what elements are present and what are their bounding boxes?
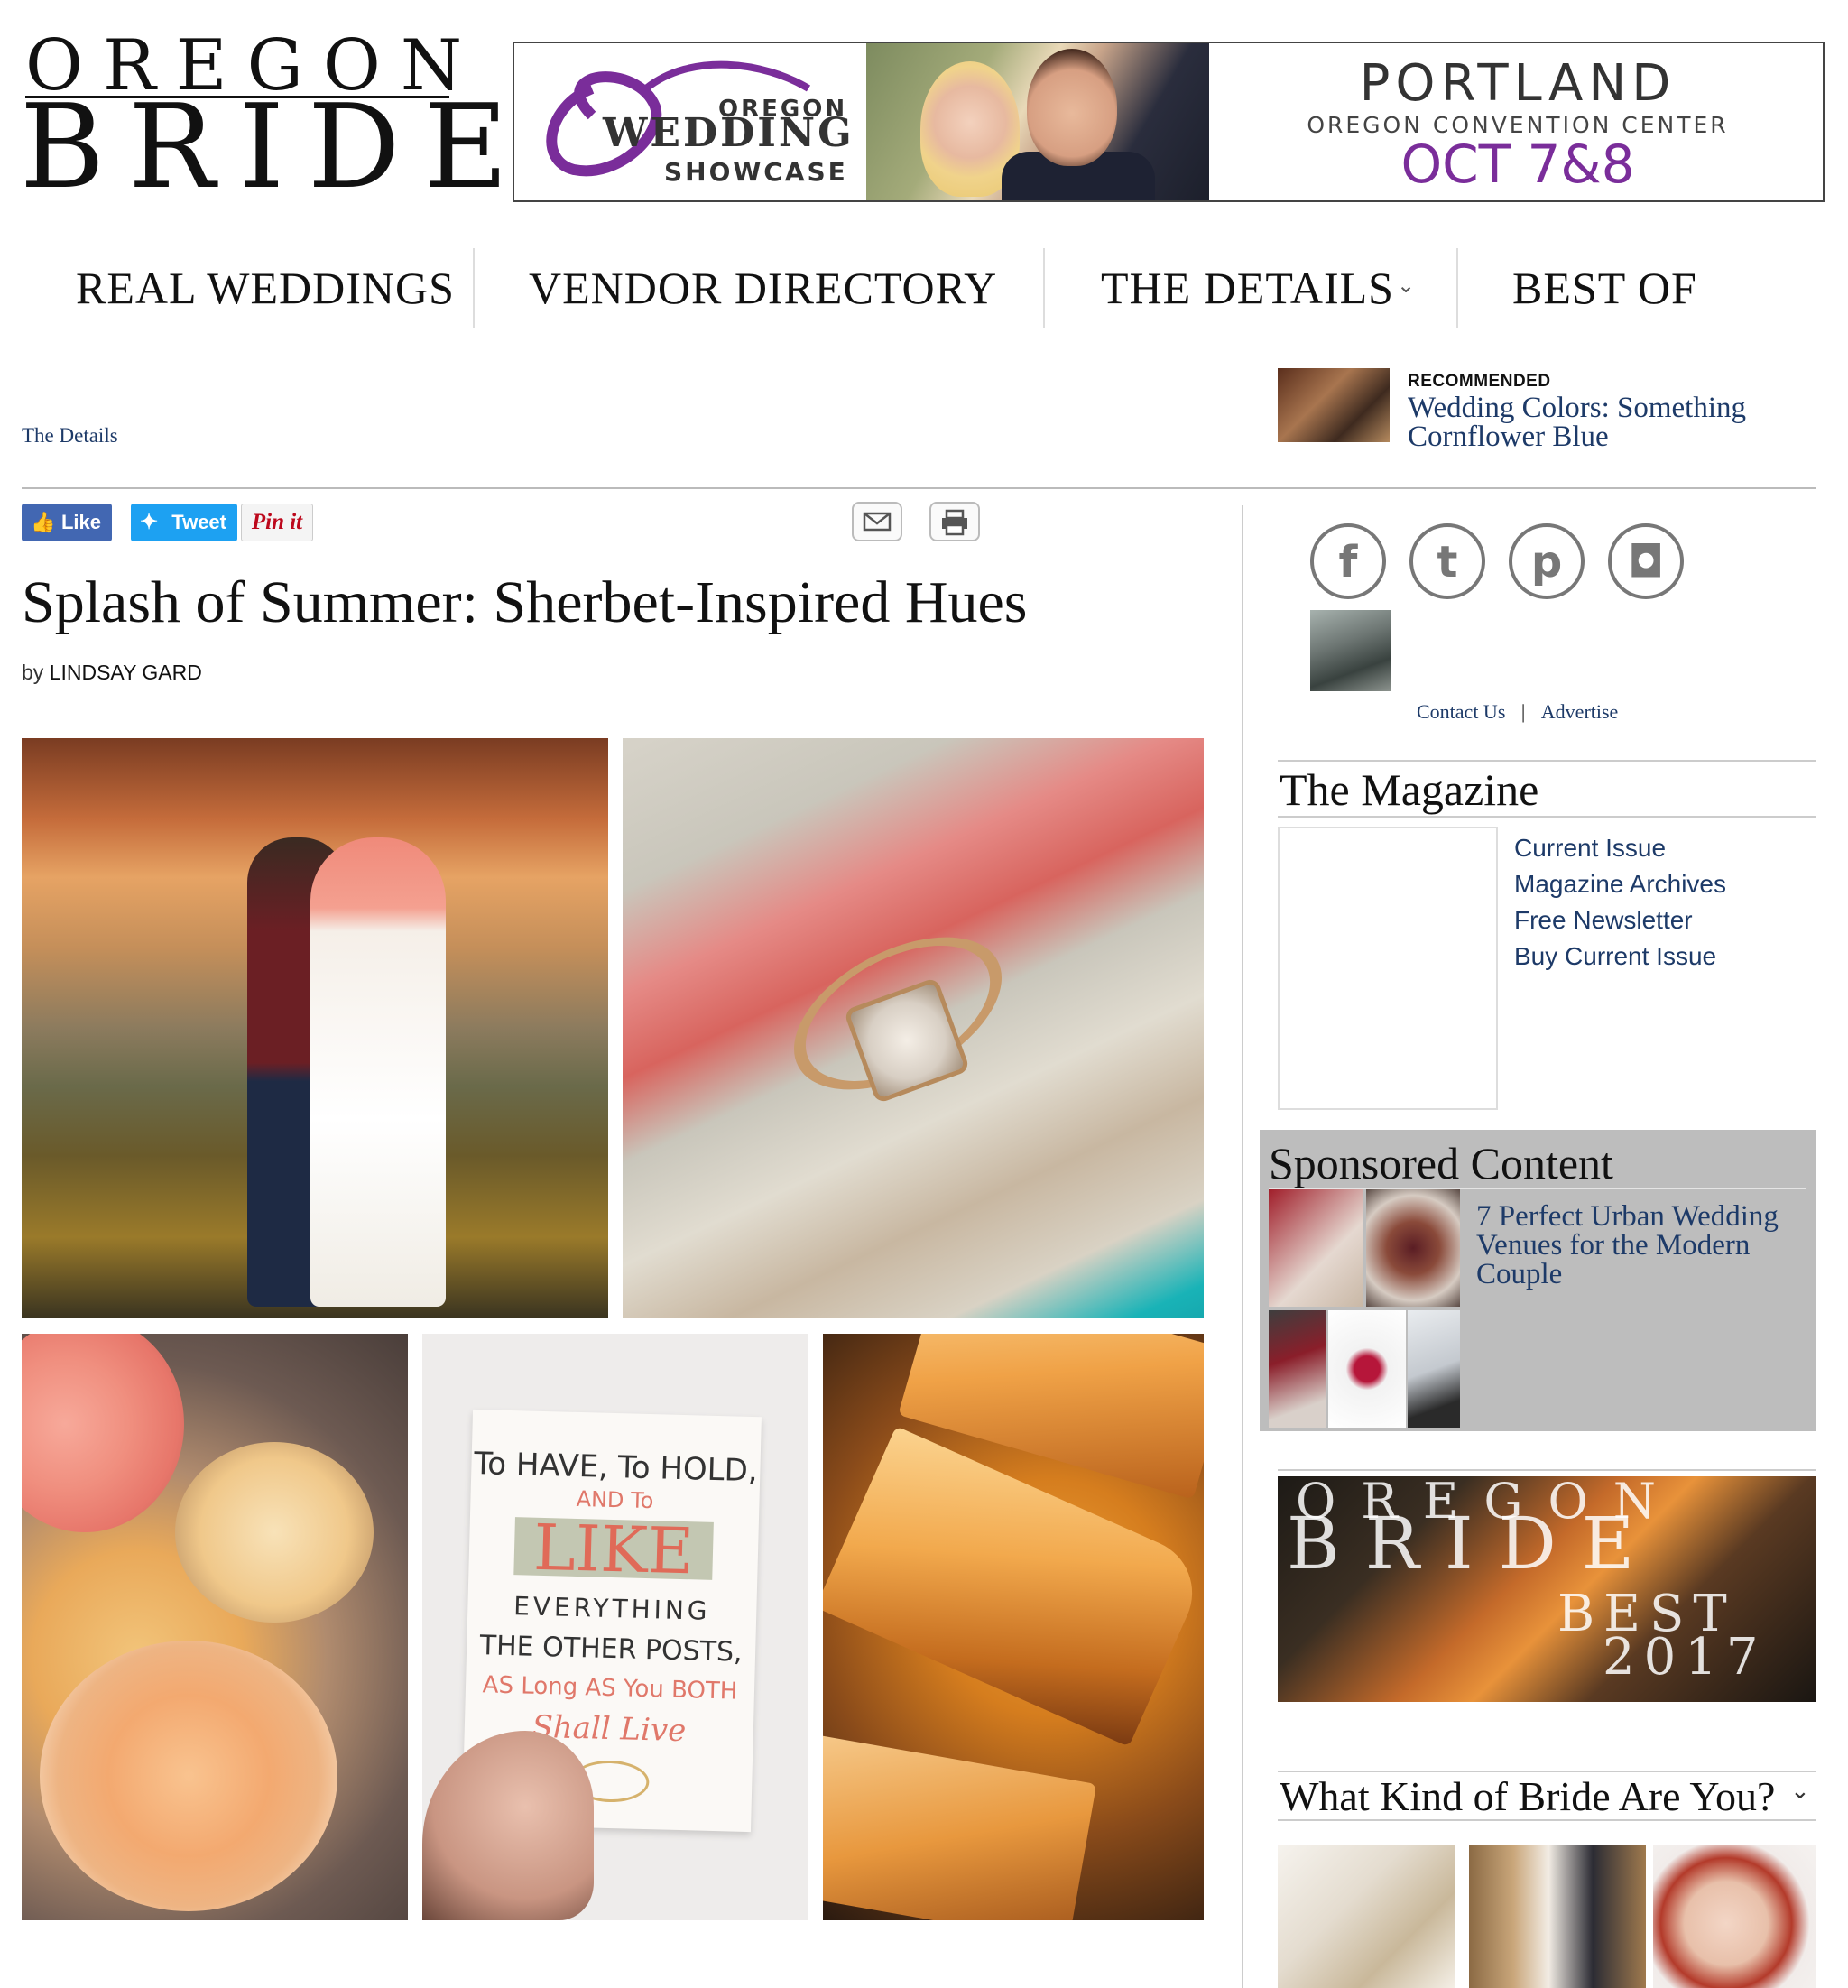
contact-us-link[interactable]: Contact Us bbox=[1417, 700, 1505, 724]
instagram-icon[interactable]: ◘ bbox=[1608, 523, 1684, 599]
quiz-option-image[interactable] bbox=[1653, 1845, 1816, 1988]
nav-real-weddings[interactable]: REAL WEDDINGS bbox=[76, 262, 455, 314]
engagement-ring-photo[interactable] bbox=[623, 738, 1204, 1318]
chevron-down-icon[interactable]: ⌄ bbox=[1790, 1778, 1810, 1805]
sponsored-article-link[interactable]: 7 Perfect Urban Wedding Venues for the M… bbox=[1476, 1202, 1801, 1290]
cover-year: 2017 bbox=[1603, 1628, 1768, 1687]
nav-divider bbox=[473, 248, 475, 328]
envelope-icon[interactable] bbox=[852, 502, 902, 541]
card-line-3: LIKE bbox=[532, 1510, 695, 1589]
cover-title-bride: BRIDE bbox=[1287, 1502, 1660, 1586]
buy-current-issue-link[interactable]: Buy Current Issue bbox=[1514, 939, 1726, 975]
magazine-heading: The Magazine bbox=[1280, 764, 1539, 815]
bride-quiz-heading[interactable]: What Kind of Bride Are You? bbox=[1280, 1772, 1775, 1820]
couple-photo bbox=[866, 43, 1209, 200]
quiz-option-image[interactable] bbox=[1469, 1845, 1646, 1988]
facebook-icon[interactable]: f bbox=[1310, 523, 1386, 599]
pinterest-icon[interactable]: p bbox=[1509, 523, 1585, 599]
showcase-logo: OREGON WEDDING SHOWCASE bbox=[529, 52, 854, 193]
twitter-icon[interactable]: t bbox=[1409, 523, 1485, 599]
nav-the-details[interactable]: THE DETAILS bbox=[1101, 262, 1394, 314]
card-line-4: EVERYTHING bbox=[513, 1591, 711, 1626]
sponsored-image-collage[interactable] bbox=[1269, 1189, 1460, 1428]
card-line-1: To HAVE, To HOLD, bbox=[473, 1445, 759, 1490]
hand bbox=[422, 1731, 594, 1920]
column-divider bbox=[1242, 505, 1243, 1988]
magazine-links: Current Issue Magazine Archives Free New… bbox=[1514, 830, 1726, 975]
chevron-down-icon[interactable]: ⌄ bbox=[1397, 273, 1415, 298]
dessert-slices-photo[interactable] bbox=[823, 1334, 1204, 1920]
sponsored-content-box: Sponsored Content 7 Perfect Urban Weddin… bbox=[1260, 1130, 1816, 1431]
quiz-option-image[interactable] bbox=[1278, 1845, 1455, 1988]
byline: by LINDSAY GARD bbox=[22, 661, 202, 685]
magazine-cover[interactable] bbox=[1278, 827, 1498, 1110]
collage-image bbox=[1269, 1310, 1326, 1428]
logo-bride[interactable]: BRIDE bbox=[20, 90, 531, 206]
citrus-drinks-photo[interactable] bbox=[22, 1334, 408, 1920]
collage-image bbox=[1269, 1189, 1363, 1307]
like-label: Like bbox=[60, 511, 101, 533]
section-divider bbox=[1278, 760, 1816, 762]
banner-event-info: PORTLAND OREGON CONVENTION CENTER OCT 7&… bbox=[1211, 43, 1823, 200]
nav-divider bbox=[1043, 248, 1045, 328]
best-of-2017-cover[interactable]: OREGON BRIDE BEST 2017 bbox=[1278, 1476, 1816, 1702]
banner-city: PORTLAND bbox=[1359, 54, 1677, 113]
advertise-link[interactable]: Advertise bbox=[1541, 700, 1619, 724]
greeting-card-photo[interactable]: To HAVE, To HOLD, AND To LIKE EVERYTHING… bbox=[422, 1334, 808, 1920]
nav-vendor-directory[interactable]: VENDOR DIRECTORY bbox=[529, 262, 997, 314]
card-line-6: AS Long AS You BOTH bbox=[482, 1671, 738, 1706]
tweet-button[interactable]: ✦ Tweet bbox=[131, 504, 237, 541]
bride-figure bbox=[310, 837, 446, 1307]
card-line-5: THE OTHER POSTS, bbox=[479, 1630, 744, 1669]
collage-image bbox=[1328, 1310, 1406, 1428]
section-divider bbox=[1278, 1469, 1816, 1471]
section-divider bbox=[1278, 1819, 1816, 1821]
wedding-showcase-banner-ad[interactable]: OREGON WEDDING SHOWCASE PORTLAND OREGON … bbox=[513, 42, 1825, 202]
couple-kiss-photo[interactable] bbox=[22, 738, 608, 1318]
contact-links: Contact Us | Advertise bbox=[1417, 700, 1618, 724]
recommended-thumbnail[interactable] bbox=[1278, 368, 1390, 442]
byline-prefix: by bbox=[22, 661, 44, 684]
link-separator: | bbox=[1520, 700, 1526, 723]
showcase-line3: SHOWCASE bbox=[664, 157, 848, 187]
cocktail-glass bbox=[175, 1442, 374, 1623]
collage-image bbox=[1408, 1310, 1460, 1428]
groom-figure bbox=[1027, 49, 1117, 166]
facebook-like-button[interactable]: 👍 Like bbox=[22, 504, 112, 541]
tweet-label: Tweet bbox=[171, 511, 226, 533]
current-issue-link[interactable]: Current Issue bbox=[1514, 830, 1726, 866]
article-title: Splash of Summer: Sherbet-Inspired Hues bbox=[22, 569, 1028, 635]
author-link[interactable]: LINDSAY GARD bbox=[50, 661, 202, 684]
peony-flower bbox=[22, 1334, 184, 1532]
free-newsletter-link[interactable]: Free Newsletter bbox=[1514, 902, 1726, 939]
nav-divider bbox=[1456, 248, 1458, 328]
dessert-slice bbox=[823, 1734, 1097, 1920]
grapefruit-slice bbox=[40, 1641, 337, 1911]
recommended-label: RECOMMENDED bbox=[1408, 372, 1551, 391]
nav-best-of[interactable]: BEST OF bbox=[1512, 262, 1697, 314]
banner-date: OCT 7&8 bbox=[1400, 134, 1635, 195]
sponsored-heading: Sponsored Content bbox=[1269, 1138, 1613, 1188]
printer-icon[interactable] bbox=[929, 502, 980, 541]
pin-it-button[interactable]: Pin it bbox=[241, 504, 313, 541]
sidebar-wedding-thumbnail[interactable] bbox=[1310, 610, 1391, 691]
header-divider bbox=[22, 487, 1816, 489]
section-divider bbox=[1278, 816, 1816, 818]
magazine-archives-link[interactable]: Magazine Archives bbox=[1514, 866, 1726, 902]
showcase-line2: WEDDING bbox=[603, 110, 855, 156]
twitter-bird-icon: ✦ bbox=[140, 510, 159, 534]
collage-image bbox=[1366, 1189, 1460, 1307]
breadcrumb[interactable]: The Details bbox=[22, 424, 118, 448]
thumbs-up-icon: 👍 bbox=[31, 511, 56, 533]
recommended-link[interactable]: Wedding Colors: Something Cornflower Blu… bbox=[1408, 393, 1769, 452]
